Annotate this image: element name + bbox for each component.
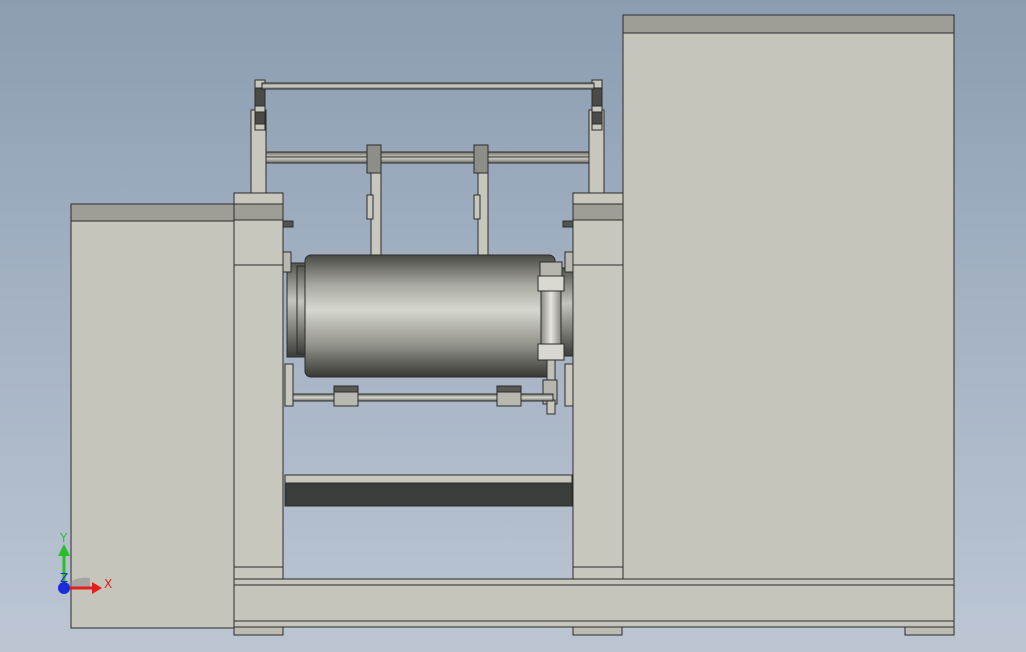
base-beam [233,578,955,636]
right-cabinet [622,14,955,581]
pneumatic-cylinder [537,261,565,415]
cad-graphics-viewport[interactable]: Y X Z [0,0,1026,652]
upper-frame [250,79,605,195]
z-axis-label: Z [60,571,68,585]
y-arrowhead [58,544,70,556]
roller-drum [282,251,574,378]
x-axis-label: X [104,577,112,591]
y-axis-label: Y [59,531,68,545]
x-arrowhead [92,582,102,594]
coordinate-triad-icon: Y X Z [58,531,112,594]
left-column [233,192,294,580]
tray [284,474,573,507]
machine-model[interactable] [0,0,1026,652]
